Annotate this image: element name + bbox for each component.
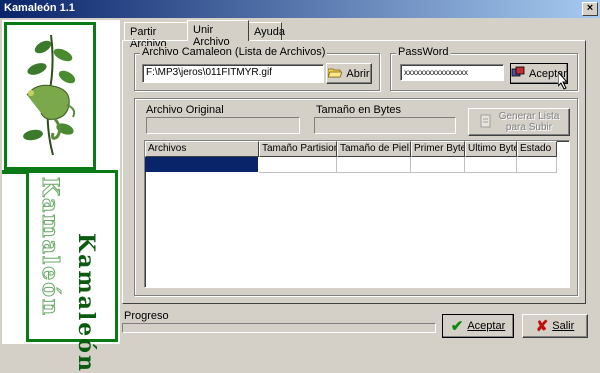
chameleon-logo-icon	[23, 34, 76, 156]
green-bar-top	[2, 170, 28, 174]
open-button[interactable]: Abrir	[326, 63, 372, 84]
generate-list-label-line2: para Subir	[505, 122, 553, 133]
open-button-label: Abrir	[346, 67, 370, 80]
progress-label: Progreso	[124, 310, 169, 322]
logo-image-frame	[4, 22, 96, 170]
table-row[interactable]	[145, 157, 557, 173]
password-group-label: PassWord	[396, 46, 451, 58]
brand-panel: Kamaleón Kamaleón	[2, 20, 120, 373]
logo-text: Kamaleón	[73, 233, 99, 373]
column-header-ultimo-byte[interactable]: Ultimo Byte	[465, 141, 517, 157]
exit-button-label: Salir	[552, 320, 575, 332]
window-title: Kamaleón 1.1	[4, 2, 75, 14]
logo-text-frame: Kamaleón Kamaleón	[26, 170, 118, 373]
accept-button-label: Aceptar	[467, 320, 506, 332]
title-bar: Kamaleón 1.1 ×	[0, 0, 600, 18]
table-cell[interactable]	[411, 157, 465, 173]
tab-unir-archivo[interactable]: Unir Archivo	[187, 20, 249, 48]
logo-text-outline: Kamaleón	[37, 177, 64, 318]
tab-partir-archivo[interactable]: Partir Archivo	[124, 22, 188, 50]
size-field	[314, 117, 456, 134]
generate-list-button[interactable]: Generar Lista para Subir	[468, 108, 570, 136]
files-table[interactable]: Archivos Tamaño Partision Tamaño de Piel…	[144, 140, 570, 288]
folder-open-icon	[327, 67, 343, 81]
column-header-tamano-partision[interactable]: Tamaño Partision	[259, 141, 337, 157]
archivo-path-field[interactable]: F:\MP3\jeros\011FITMYR.gif	[142, 64, 324, 83]
checkmark-icon: ✔	[450, 318, 464, 335]
table-cell[interactable]	[465, 157, 517, 173]
column-header-archivos[interactable]: Archivos	[145, 141, 259, 157]
table-cell-selected[interactable]	[145, 157, 258, 172]
exit-button[interactable]: ✘ Salir	[522, 314, 588, 338]
password-field[interactable]: xxxxxxxxxxxxxxxx	[400, 64, 504, 81]
table-cell[interactable]	[337, 157, 411, 173]
archivo-group-label: Archivo Camaleon (Lista de Archivos)	[140, 46, 328, 58]
original-file-label: Archivo Original	[146, 104, 224, 116]
mouse-cursor-icon	[557, 70, 570, 93]
generate-list-icon	[479, 114, 493, 131]
size-label: Tamaño en Bytes	[316, 104, 401, 116]
column-header-estado[interactable]: Estado	[517, 141, 557, 157]
original-file-field	[146, 117, 300, 134]
table-cell[interactable]	[259, 157, 337, 173]
accept-button[interactable]: ✔ Aceptar	[442, 314, 514, 338]
x-mark-icon: ✘	[535, 318, 549, 335]
key-icon	[511, 66, 525, 81]
column-header-tamano-piel[interactable]: Tamaño de Piel	[337, 141, 411, 157]
progress-bar	[122, 323, 436, 333]
tab-ayuda[interactable]: Ayuda	[248, 22, 285, 40]
column-header-primer-byte[interactable]: Primer Byte	[411, 141, 465, 157]
close-icon[interactable]: ×	[582, 2, 598, 16]
generate-list-label-line1: Generar Lista	[498, 111, 560, 122]
table-cell[interactable]	[517, 157, 557, 173]
